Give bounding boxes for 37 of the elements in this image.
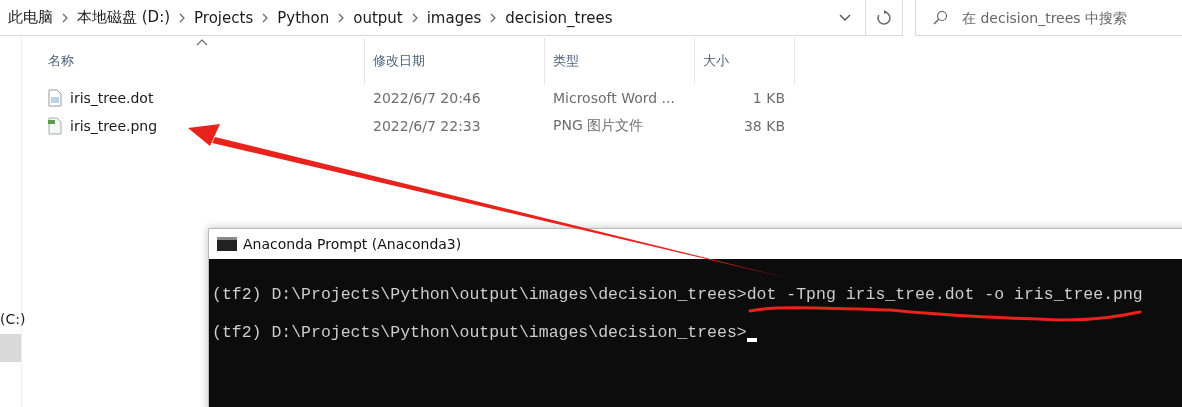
document-icon <box>48 89 62 107</box>
file-name[interactable]: iris_tree.png <box>70 118 158 134</box>
breadcrumb-item[interactable]: 此电脑 <box>8 8 53 27</box>
chevron-icon <box>411 12 418 23</box>
search-field[interactable]: 在 decision_trees 中搜索 <box>915 0 1182 36</box>
terminal-line: (tf2) D:\Projects\Python\output\images\decision_trees> <box>212 323 747 342</box>
breadcrumb-item[interactable]: 本地磁盘 (D:) <box>77 8 171 27</box>
window-title: Anaconda Prompt (Anaconda3) <box>243 236 462 252</box>
column-header[interactable]: 修改日期 <box>365 38 545 84</box>
table-cell-text: 2022/6/7 22:33 <box>372 118 482 134</box>
table-cell-text: 38 KB <box>742 118 786 134</box>
chevron-icon <box>490 12 497 23</box>
search-icon <box>932 9 948 26</box>
breadcrumb-item[interactable]: images <box>426 8 482 27</box>
breadcrumb-item[interactable]: Projects <box>194 8 254 27</box>
terminal-icon <box>217 237 237 251</box>
chevron-icon <box>62 12 68 23</box>
column-header[interactable]: 类型 <box>545 38 695 84</box>
breadcrumb-item[interactable]: Python <box>277 8 330 27</box>
file-name[interactable]: iris_tree.dot <box>70 90 154 106</box>
column-header[interactable]: 大小 <box>695 38 795 84</box>
breadcrumb-item[interactable]: decision_trees <box>505 8 613 27</box>
breadcrumb-item[interactable]: output <box>353 8 403 27</box>
column-header[interactable]: 名称 <box>40 38 365 84</box>
refresh-button[interactable] <box>865 0 903 36</box>
address-bar[interactable]: 此电脑 本地磁盘 (D:) Projects Python output images decision_trees <box>0 0 866 36</box>
table-cell-text: 1 KB <box>751 90 786 106</box>
dropdown-icon[interactable] <box>838 13 851 22</box>
table-cell-text: 2022/6/7 20:46 <box>372 90 482 106</box>
chevron-icon <box>338 12 345 23</box>
table-cell-text: PNG 图片文件 <box>552 117 645 135</box>
terminal-line: (tf2) D:\Projects\Python\output\images\decision_trees>dot -Tpng iris_tree.dot -o iris_tree.png <box>212 285 1143 304</box>
chevron-icon <box>179 12 186 23</box>
image-file-icon <box>48 117 62 135</box>
chevron-icon <box>262 12 269 23</box>
table-cell-text: Microsoft Word ... <box>552 90 676 106</box>
refresh-icon <box>875 9 892 26</box>
